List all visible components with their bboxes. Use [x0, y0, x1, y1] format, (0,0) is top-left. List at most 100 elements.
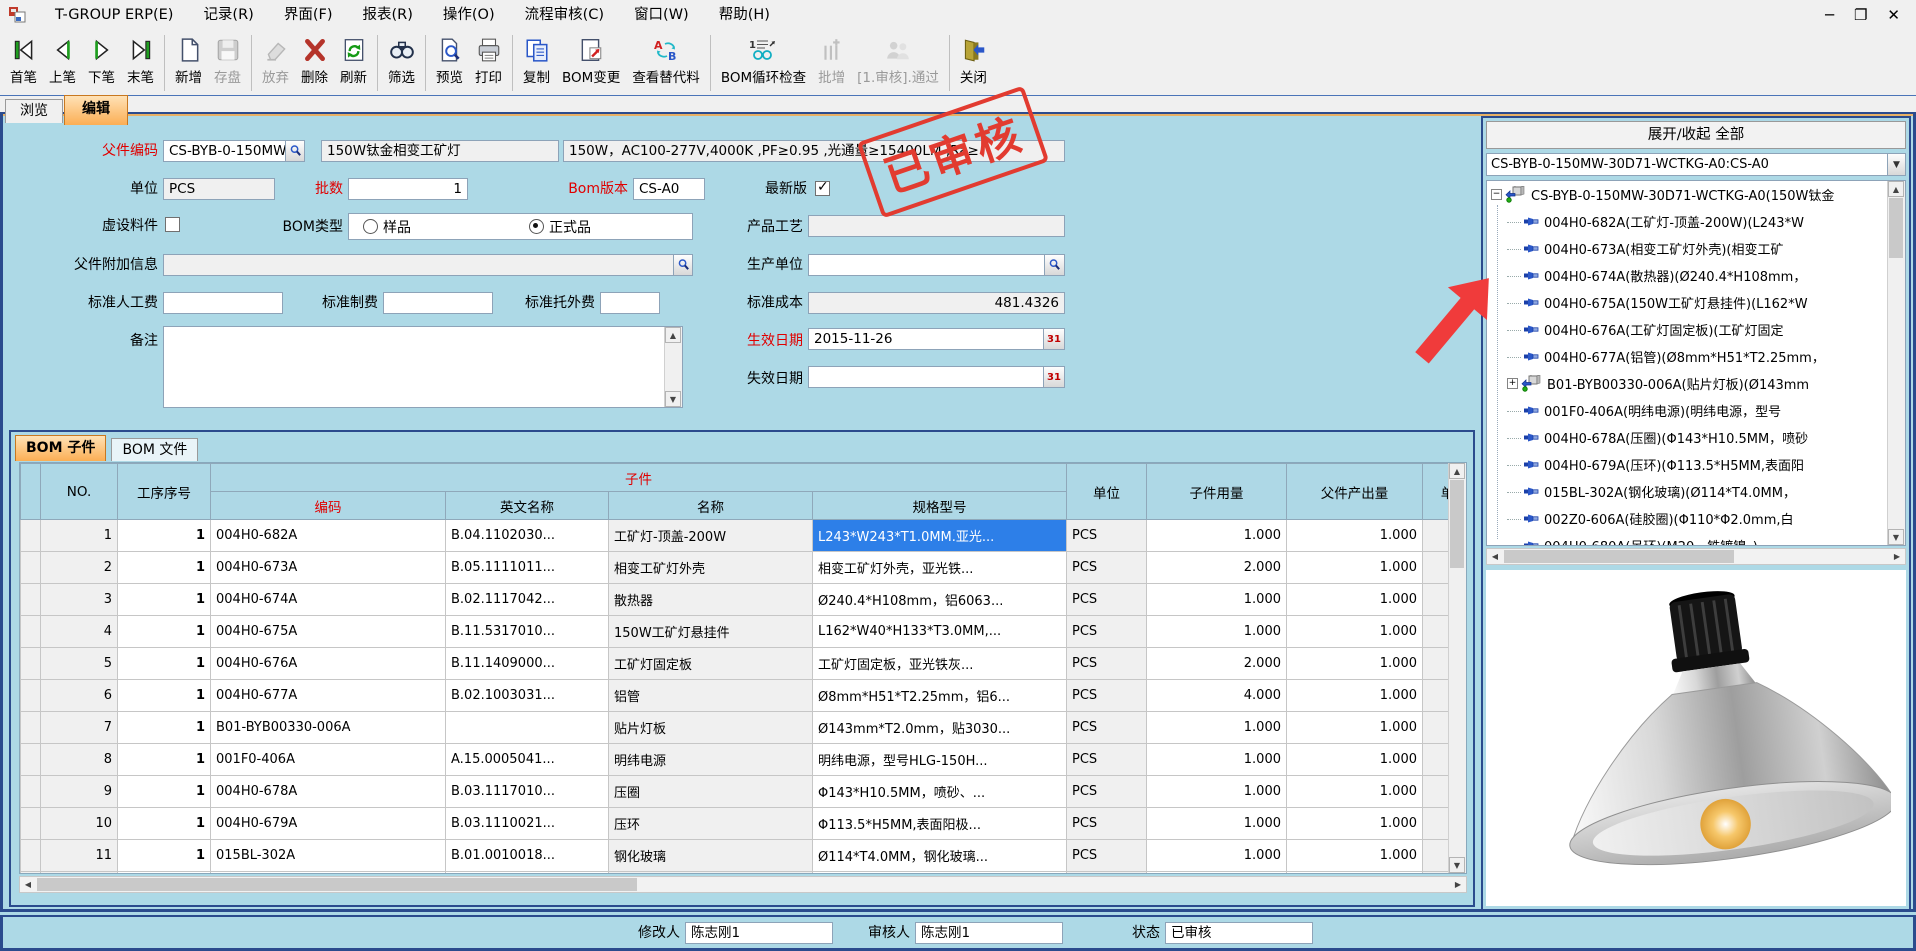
close-form-button[interactable]: 关闭 — [954, 31, 993, 95]
cell[interactable]: 004H0-675A — [211, 616, 446, 648]
cell[interactable]: PCS — [1067, 744, 1147, 776]
cell[interactable]: 2.000 — [1147, 552, 1287, 584]
cell[interactable] — [21, 616, 41, 648]
cell[interactable]: 1.000 — [1147, 744, 1287, 776]
cell[interactable]: 001F0-406A — [211, 744, 446, 776]
parent-code-lookup-button[interactable] — [285, 140, 305, 162]
tree-vscroll-thumb[interactable] — [1889, 198, 1903, 258]
cell[interactable]: 004H0-678A — [211, 776, 446, 808]
cell[interactable]: 11 — [41, 840, 118, 872]
cell[interactable]: PCS — [1067, 520, 1147, 552]
cell[interactable]: B.11.5317010... — [446, 616, 609, 648]
cell[interactable]: 004H0-676A — [211, 648, 446, 680]
cell[interactable]: PCS — [1067, 616, 1147, 648]
first-record-button[interactable]: 首笔 — [4, 31, 43, 95]
cell[interactable]: 004H0-674A — [211, 584, 446, 616]
bom-version-field[interactable]: CS-A0 — [633, 178, 705, 200]
refresh-button[interactable]: 刷新 — [334, 31, 373, 95]
cell[interactable]: 1 — [118, 712, 211, 744]
cell[interactable]: 压圈 — [609, 776, 813, 808]
cell[interactable]: 4 — [41, 616, 118, 648]
parent-code-field[interactable]: CS-BYB-0-150MW-3 — [163, 140, 286, 162]
new-record-button[interactable]: 新增 — [169, 31, 208, 95]
scroll-right-icon[interactable]: ▶ — [1889, 549, 1905, 564]
cell[interactable]: 004H0-682A — [211, 520, 446, 552]
tree-vscrollbar[interactable]: ▲ ▼ — [1887, 181, 1905, 545]
menu-item[interactable]: 窗口(W) — [619, 0, 704, 30]
menu-item[interactable]: 帮助(H) — [704, 0, 785, 30]
cell[interactable]: 2 — [41, 552, 118, 584]
tab-bom-children[interactable]: BOM 子件 — [15, 435, 106, 461]
scroll-left-icon[interactable]: ◀ — [1487, 549, 1503, 564]
cell[interactable]: PCS — [1067, 872, 1147, 875]
tree-item[interactable]: 004H0-673A(相变工矿灯外壳)(相变工矿 — [1487, 235, 1888, 262]
cell[interactable] — [446, 712, 609, 744]
cell[interactable]: 1 — [118, 744, 211, 776]
cell[interactable]: Ø114*T4.0MM，钢化玻璃... — [813, 840, 1067, 872]
cell[interactable]: 相变工矿灯外壳 — [609, 552, 813, 584]
cell[interactable]: PCS — [1067, 680, 1147, 712]
cell[interactable]: Ø8mm*H51*T2.25mm，铝6... — [813, 680, 1067, 712]
cell[interactable]: PCS — [1067, 584, 1147, 616]
menu-item[interactable]: 记录(R) — [188, 0, 268, 30]
cell[interactable]: 工矿灯-顶盖-200W — [609, 520, 813, 552]
tree-hscrollbar[interactable]: ◀ ▶ — [1486, 548, 1906, 565]
cell[interactable]: 1.000 — [1147, 808, 1287, 840]
cell[interactable]: 1.000 — [1147, 712, 1287, 744]
cell[interactable]: 1.000 — [1287, 744, 1423, 776]
tree-item[interactable]: 004H0-676A(工矿灯固定板)(工矿灯固定 — [1487, 316, 1888, 343]
cell[interactable]: 明纬电源 — [609, 744, 813, 776]
cell[interactable]: 004H0-677A — [211, 680, 446, 712]
scroll-down-icon[interactable]: ▼ — [665, 391, 681, 407]
cell[interactable]: 2.000 — [1147, 648, 1287, 680]
tree-item[interactable]: 004H0-674A(散热器)(Ø240.4*H108mm， — [1487, 262, 1888, 289]
preview-button[interactable]: 预览 — [430, 31, 469, 95]
cell[interactable]: 工矿灯固定板 — [609, 648, 813, 680]
cell[interactable]: 1.000 — [1287, 552, 1423, 584]
tree-item[interactable]: 002Z0-606A(硅胶圈)(Φ110*Φ2.0mm,白 — [1487, 505, 1888, 532]
cell[interactable] — [21, 584, 41, 616]
cell[interactable]: B.02.1117042... — [446, 584, 609, 616]
menu-item[interactable]: 界面(F) — [269, 0, 348, 30]
copy-button[interactable]: 复制 — [517, 31, 556, 95]
cell[interactable]: B01-BYB00330-006A — [211, 712, 446, 744]
tree-item[interactable]: −CS-BYB-0-150MW-30D71-WCTKG-A0(150W钛金 — [1487, 181, 1888, 208]
std-labor-field[interactable] — [163, 292, 283, 314]
cell[interactable]: B.03.1110021... — [446, 808, 609, 840]
tree-item[interactable]: 004H0-678A(压圈)(Φ143*H10.5MM，喷砂 — [1487, 424, 1888, 451]
cell[interactable]: 硅胶圈 — [609, 872, 813, 875]
effective-date-field[interactable]: 2015-11-26 — [808, 328, 1044, 350]
cell[interactable]: 1 — [118, 584, 211, 616]
cell[interactable] — [21, 872, 41, 875]
cell[interactable] — [21, 520, 41, 552]
cell[interactable]: 钢化玻璃 — [609, 840, 813, 872]
cell[interactable]: PCS — [1067, 712, 1147, 744]
cell[interactable]: 1 — [118, 616, 211, 648]
bom-version-combo[interactable]: CS-BYB-0-150MW-30D71-WCTKG-A0:CS-A0 — [1486, 153, 1906, 176]
cell[interactable]: PCS — [1067, 808, 1147, 840]
cell[interactable]: PCS — [1067, 840, 1147, 872]
std-outsource-field[interactable] — [600, 292, 660, 314]
remark-scrollbar[interactable]: ▲ ▼ — [664, 327, 682, 407]
cell[interactable]: Φ113.5*H5MM,表面阳极... — [813, 808, 1067, 840]
scroll-left-icon[interactable]: ◀ — [20, 877, 36, 892]
cell[interactable]: 1.000 — [1147, 840, 1287, 872]
menu-item[interactable]: 报表(R) — [347, 0, 427, 30]
menu-item[interactable]: 流程审核(C) — [510, 0, 619, 30]
delete-button[interactable]: 删除 — [295, 31, 334, 95]
prod-unit-lookup-button[interactable] — [1044, 254, 1065, 276]
cell[interactable]: 1.000 — [1287, 680, 1423, 712]
tree-item[interactable]: 004H0-675A(150W工矿灯悬挂件)(L162*W — [1487, 289, 1888, 316]
tree-item[interactable]: 015BL-302A(钢化玻璃)(Ø114*T4.0MM， — [1487, 478, 1888, 505]
substitute-button[interactable]: AB查看替代料 — [626, 31, 706, 95]
cell[interactable]: 1.000 — [1287, 520, 1423, 552]
cell[interactable]: 明纬电源，型号HLG-150H... — [813, 744, 1067, 776]
cell[interactable]: B.01.0010018... — [446, 840, 609, 872]
cell[interactable]: 1 — [118, 808, 211, 840]
cell[interactable]: 相变工矿灯外壳，亚光铁... — [813, 552, 1067, 584]
cell[interactable]: 1.000 — [1147, 584, 1287, 616]
cell[interactable]: 压环 — [609, 808, 813, 840]
cell[interactable]: 1 — [41, 520, 118, 552]
prod-unit-field[interactable] — [808, 254, 1045, 276]
combo-dropdown-icon[interactable]: ▼ — [1887, 153, 1906, 176]
